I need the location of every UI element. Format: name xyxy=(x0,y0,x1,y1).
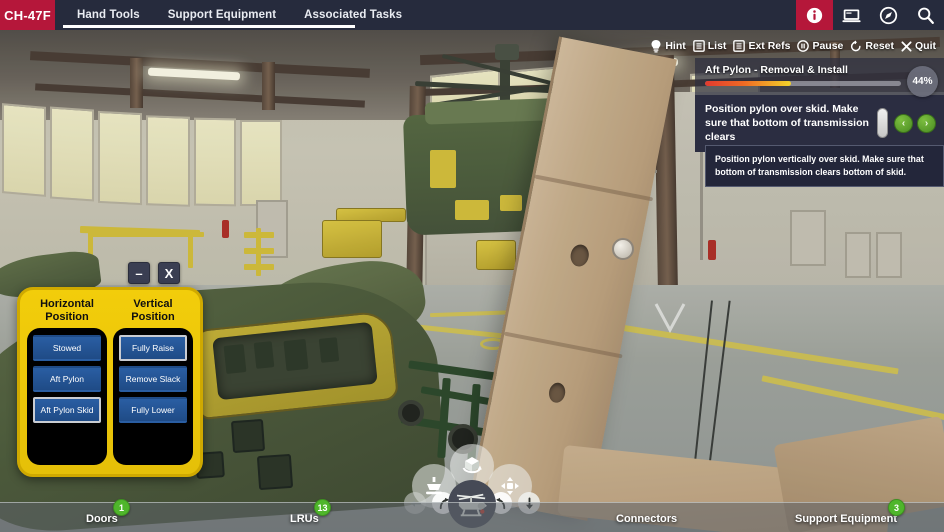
aircraft-brand-label: CH-47F xyxy=(0,0,55,30)
horizontal-button-aft-pylon[interactable]: Aft Pylon xyxy=(33,366,101,393)
horizontal-button-aft-pylon-skid[interactable]: Aft Pylon Skid xyxy=(33,397,101,424)
list-label: List xyxy=(707,40,727,52)
lrus-badge: 13 xyxy=(314,499,331,516)
monitor-icon[interactable] xyxy=(833,0,870,30)
bottom-item-doors[interactable]: Doors xyxy=(86,513,118,525)
quick-action-toolbar: Hint List Ext Refs Pause Reset Quit xyxy=(648,36,938,56)
task-header: Aft Pylon - Removal & Install 44% xyxy=(695,58,944,97)
step-nav-group: ‹ › xyxy=(894,113,936,133)
lightbulb-icon xyxy=(650,39,662,53)
task-step-box: Position pylon over skid. Make sure that… xyxy=(695,95,944,152)
task-progress-bar xyxy=(705,81,901,86)
vertical-button-fully-lower[interactable]: Fully Lower xyxy=(119,397,187,424)
vertical-button-remove-slack[interactable]: Remove Slack xyxy=(119,366,187,393)
list-button[interactable]: List xyxy=(691,40,729,52)
minimize-panel-button[interactable]: – xyxy=(128,262,150,284)
vertical-position-heading: Vertical Position xyxy=(131,298,174,323)
task-step-text: Position pylon over skid. Make sure that… xyxy=(705,103,869,144)
nav-tab-group: Hand Tools Support Equipment Associated … xyxy=(55,0,416,30)
panel-window-controls: – X xyxy=(128,262,180,284)
hint-button[interactable]: Hint xyxy=(648,39,687,53)
horizontal-position-heading: Horizontal Position xyxy=(40,298,94,323)
close-x-icon xyxy=(901,40,912,52)
tab-underline xyxy=(63,25,355,28)
ext-refs-button[interactable]: Ext Refs xyxy=(731,40,792,52)
top-icon-group xyxy=(796,0,944,30)
step-scrollbar-thumb[interactable] xyxy=(877,108,888,139)
support-equipment-badge: 3 xyxy=(888,499,905,516)
info-icon[interactable] xyxy=(796,0,833,30)
quit-label: Quit xyxy=(915,40,936,52)
direction-arrow-icon xyxy=(654,303,686,334)
step-tooltip: Position pylon vertically over skid. Mak… xyxy=(705,145,944,187)
pause-icon xyxy=(797,40,810,52)
hint-label: Hint xyxy=(665,40,686,52)
heading-line-2: Position xyxy=(131,310,175,323)
heading-line-1: Vertical xyxy=(133,298,173,310)
pylon-position-control-panel: Horizontal Position Stowed Aft Pylon Aft… xyxy=(17,287,203,477)
bottom-item-lrus[interactable]: LRUs xyxy=(290,513,319,525)
task-progress-fill xyxy=(705,81,792,86)
compass-icon[interactable] xyxy=(870,0,907,30)
external-refs-icon xyxy=(733,40,746,52)
vertical-button-list: Fully Raise Remove Slack Fully Lower xyxy=(113,328,193,465)
bottom-item-support-equipment[interactable]: Support Equipment xyxy=(795,513,897,525)
vertical-button-fully-raise[interactable]: Fully Raise xyxy=(119,335,187,362)
list-icon xyxy=(692,40,705,52)
reset-label: Reset xyxy=(865,40,894,52)
reset-button[interactable]: Reset xyxy=(848,40,896,53)
top-navigation-bar: CH-47F Hand Tools Support Equipment Asso… xyxy=(0,0,944,30)
previous-step-button[interactable]: ‹ xyxy=(894,113,913,133)
quit-button[interactable]: Quit xyxy=(899,40,938,52)
bottom-category-bar: Doors 1 LRUs 13 Connectors Support Equip… xyxy=(0,499,944,532)
pylon-grab-handle[interactable] xyxy=(612,238,634,260)
pause-label: Pause xyxy=(812,40,844,52)
horizontal-position-column: Horizontal Position Stowed Aft Pylon Aft… xyxy=(27,298,107,465)
bottom-item-connectors[interactable]: Connectors xyxy=(616,513,677,525)
application-root: CH-47F Hand Tools Support Equipment Asso… xyxy=(0,0,944,532)
heading-line-1: Horizontal xyxy=(40,298,94,310)
task-title: Aft Pylon - Removal & Install xyxy=(705,64,848,76)
pause-button[interactable]: Pause xyxy=(795,40,845,52)
next-step-button[interactable]: › xyxy=(917,113,936,133)
progress-percent-badge: 44% xyxy=(907,66,938,97)
search-icon[interactable] xyxy=(907,0,944,30)
doors-badge: 1 xyxy=(113,499,130,516)
task-panel: Aft Pylon - Removal & Install 44% Positi… xyxy=(695,58,944,187)
close-panel-button[interactable]: X xyxy=(158,262,180,284)
ext-refs-label: Ext Refs xyxy=(748,40,791,52)
horizontal-button-list: Stowed Aft Pylon Aft Pylon Skid xyxy=(27,328,107,465)
reset-icon xyxy=(850,40,862,53)
heading-line-2: Position xyxy=(45,310,89,323)
vertical-position-column: Vertical Position Fully Raise Remove Sla… xyxy=(113,298,193,465)
horizontal-button-stowed[interactable]: Stowed xyxy=(33,335,101,362)
